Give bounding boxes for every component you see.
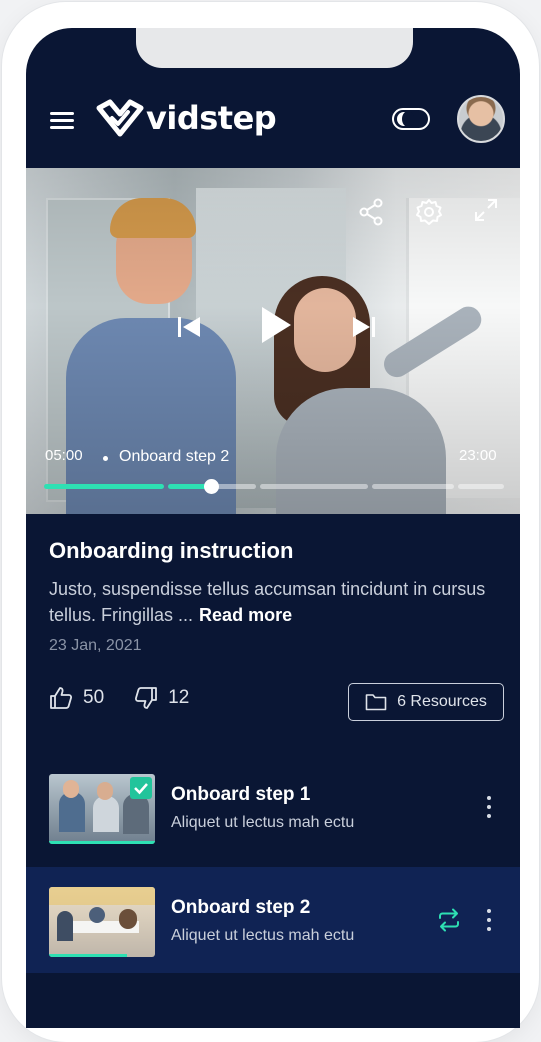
video-player[interactable]: 05:00 Onboard step 2 23:00: [26, 168, 520, 514]
thumbs-down-icon: [135, 687, 158, 709]
reactions: 50 12: [49, 686, 189, 710]
progress-segment-4: [372, 484, 454, 489]
video-progress-bar[interactable]: [44, 479, 504, 494]
read-more-link[interactable]: Read more: [199, 605, 292, 625]
current-time: 05:00: [45, 447, 83, 464]
step-2-thumbnail: [49, 887, 155, 957]
separator-dot: [103, 456, 108, 461]
resources-label: 6 Resources: [397, 693, 487, 710]
moon-icon: [397, 111, 414, 127]
progress-segment-3: [260, 484, 368, 489]
progress-scrubber-handle[interactable]: [204, 479, 219, 494]
step-1-title: Onboard step 1: [171, 784, 311, 805]
vidstep-logo-icon: [96, 99, 144, 137]
step-1-thumbnail: [49, 774, 155, 844]
folder-icon: [365, 694, 387, 711]
current-step-label: Onboard step 2: [119, 448, 230, 465]
total-time: 23:00: [459, 447, 497, 464]
step-1-progress: [49, 841, 155, 844]
settings-gear-icon[interactable]: [415, 198, 443, 226]
hamburger-menu-icon[interactable]: [50, 110, 76, 132]
list-item-step-2[interactable]: Onboard step 2 Aliquet ut lectus mah ect…: [26, 867, 520, 973]
publish-date: 23 Jan, 2021: [49, 637, 142, 654]
play-icon[interactable]: [259, 305, 293, 345]
brand-name: vidstep: [146, 99, 277, 137]
step-2-title: Onboard step 2: [171, 897, 311, 918]
theme-toggle[interactable]: [392, 108, 430, 130]
progress-segment-2-remaining: [216, 484, 256, 489]
video-title: Onboarding instruction: [49, 538, 294, 563]
app-header: vidstep: [26, 88, 520, 166]
video-description: Justo, suspendisse tellus accumsan tinci…: [49, 576, 499, 628]
like-count: 50: [83, 687, 105, 708]
progress-segment-5: [458, 484, 504, 489]
dislike-button[interactable]: 12: [134, 686, 189, 710]
repeat-icon[interactable]: [436, 907, 462, 933]
list-item-step-1[interactable]: Onboard step 1 Aliquet ut lectus mah ect…: [26, 754, 520, 860]
phone-frame: vidstep 05:00 Onboard step 2 23:00 Onboa…: [2, 2, 539, 1042]
step-1-more-options-icon[interactable]: [484, 796, 494, 820]
skip-previous-icon[interactable]: [176, 314, 202, 340]
step-2-more-options-icon[interactable]: [484, 909, 494, 933]
share-icon[interactable]: [358, 198, 384, 226]
skip-next-icon[interactable]: [351, 314, 377, 340]
step-1-subtitle: Aliquet ut lectus mah ectu: [171, 814, 355, 831]
like-button[interactable]: 50: [49, 686, 104, 710]
completed-check-icon: [130, 777, 152, 799]
user-avatar[interactable]: [457, 95, 505, 143]
thumbs-up-icon: [50, 687, 73, 709]
resources-button[interactable]: 6 Resources: [348, 683, 504, 721]
brand-logo[interactable]: vidstep: [96, 98, 277, 138]
step-2-subtitle: Aliquet ut lectus mah ectu: [171, 927, 355, 944]
step-2-progress: [49, 954, 127, 957]
fullscreen-icon[interactable]: [474, 198, 498, 222]
app-screen: vidstep 05:00 Onboard step 2 23:00 Onboa…: [26, 28, 520, 1028]
dislike-count: 12: [168, 687, 190, 708]
phone-notch: [136, 28, 413, 68]
progress-segment-1: [44, 484, 164, 489]
